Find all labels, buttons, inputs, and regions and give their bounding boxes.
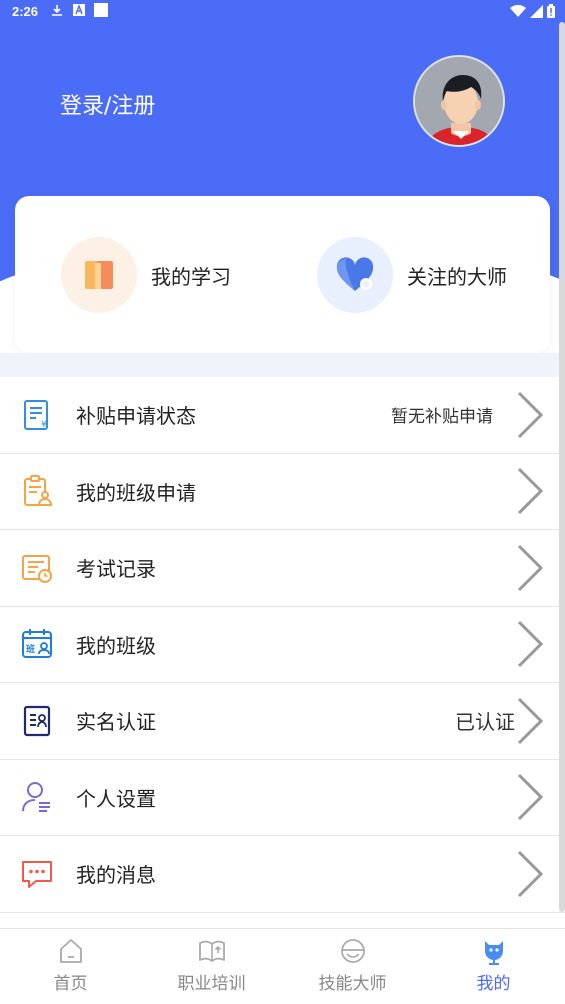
- menu-item-exam-records[interactable]: 考试记录: [0, 530, 565, 607]
- tab-label: 我的: [476, 974, 511, 994]
- tab-label: 首页: [53, 974, 88, 994]
- chevron-right-icon: [517, 850, 544, 897]
- menu-item-real-name-verification[interactable]: 实名认证 已认证: [0, 683, 565, 760]
- menu-item-personal-settings[interactable]: 个人设置: [0, 760, 565, 836]
- tab-home[interactable]: 首页: [0, 929, 141, 1004]
- chevron-right-icon: [517, 621, 544, 668]
- signal-icon: [530, 4, 543, 18]
- wifi-icon: [510, 4, 526, 17]
- menu-item-my-class[interactable]: 班 我的班级: [0, 607, 565, 683]
- menu-label: 实名认证: [76, 710, 156, 735]
- my-study-button[interactable]: 我的学习: [61, 237, 231, 313]
- subsidy-status-value: 暂无补贴申请: [391, 407, 493, 428]
- tab-mine[interactable]: 我的: [423, 929, 564, 1004]
- home-icon: [59, 939, 82, 963]
- verification-status-value: 已认证: [455, 710, 515, 735]
- app-notification-icon: [72, 3, 86, 17]
- id-card-icon: [23, 705, 51, 736]
- user-settings-icon: [22, 782, 50, 813]
- avatar-icon: [415, 57, 503, 145]
- follow-icon-circle: [317, 237, 393, 313]
- followed-masters-button[interactable]: 关注的大师: [317, 237, 507, 313]
- bottom-tab-bar: 首页 职业培训 技能大师 我的: [0, 928, 565, 1004]
- chevron-right-icon: [517, 544, 544, 591]
- section-divider: [0, 353, 565, 377]
- chevron-right-icon: [517, 468, 544, 515]
- message-icon: [22, 860, 52, 888]
- chevron-right-icon: [517, 697, 544, 744]
- menu-label: 补贴申请状态: [76, 404, 196, 429]
- subsidy-doc-icon: ¥: [24, 399, 48, 430]
- status-bar: 2:26: [0, 0, 565, 24]
- followed-masters-label: 关注的大师: [407, 264, 507, 289]
- chevron-right-icon: [517, 391, 544, 438]
- tab-label: 职业培训: [177, 974, 246, 994]
- svg-text:¥: ¥: [41, 420, 47, 430]
- book-icon: [85, 261, 113, 289]
- menu-item-subsidy-status[interactable]: ¥ 补贴申请状态 暂无补贴申请: [0, 377, 565, 454]
- svg-text:班: 班: [26, 643, 35, 655]
- menu-label: 个人设置: [76, 786, 156, 811]
- menu-list: ¥ 补贴申请状态 暂无补贴申请 我的班级申请 考试记录 班 我的班级 实名认证 …: [0, 377, 565, 913]
- login-register-link[interactable]: 登录/注册: [60, 88, 155, 120]
- training-book-icon: [198, 940, 225, 962]
- my-study-label: 我的学习: [151, 264, 231, 289]
- menu-item-class-application[interactable]: 我的班级申请: [0, 454, 565, 530]
- menu-label: 我的班级申请: [76, 480, 196, 505]
- study-icon-circle: [61, 237, 137, 313]
- tab-skill-masters[interactable]: 技能大师: [282, 929, 423, 1004]
- quick-actions-card: 我的学习 关注的大师: [15, 196, 550, 353]
- master-icon: [340, 939, 365, 963]
- class-calendar-icon: 班: [22, 629, 52, 659]
- menu-item-my-messages[interactable]: 我的消息: [0, 836, 565, 913]
- menu-label: 考试记录: [76, 557, 156, 582]
- battery-icon: [547, 4, 555, 18]
- tab-vocational-training[interactable]: 职业培训: [141, 929, 282, 1004]
- tab-label: 技能大师: [318, 974, 387, 994]
- scrollbar[interactable]: [559, 22, 565, 912]
- profile-icon: [484, 941, 503, 965]
- chevron-right-icon: [517, 774, 544, 821]
- class-apply-icon: [24, 475, 53, 507]
- download-icon: [50, 3, 64, 17]
- heart-icon: [336, 257, 374, 291]
- square-notification-icon: [94, 3, 108, 17]
- avatar[interactable]: [413, 55, 505, 147]
- status-time: 2:26: [12, 4, 39, 19]
- exam-record-icon: [22, 554, 52, 583]
- menu-label: 我的班级: [76, 633, 156, 658]
- menu-label: 我的消息: [76, 863, 156, 888]
